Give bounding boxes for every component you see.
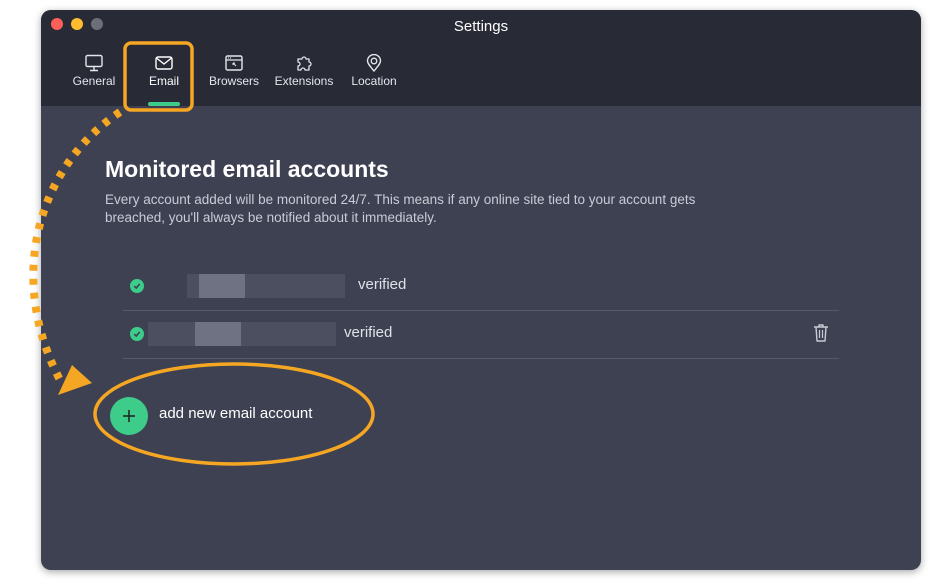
envelope-icon: [155, 56, 173, 70]
tab-extensions-label: Extensions: [274, 74, 334, 88]
email-account-row: verified: [123, 310, 839, 359]
puzzle-icon: [297, 56, 312, 71]
account-status: verified: [344, 324, 393, 341]
location-pin-icon: [366, 54, 382, 72]
title-bar: Settings General Email Browsers Extensio…: [41, 10, 921, 106]
add-email-label[interactable]: add new email account: [159, 405, 312, 422]
delete-account-button[interactable]: [811, 322, 831, 349]
tab-location[interactable]: Location: [339, 50, 409, 106]
settings-window: Settings General Email Browsers Extensio…: [41, 10, 921, 570]
tab-location-label: Location: [351, 74, 397, 88]
monitor-icon: [85, 54, 103, 72]
settings-tabs: General Email Browsers Extensions Locati…: [59, 50, 409, 106]
trash-icon: [814, 324, 828, 342]
tab-browsers[interactable]: Browsers: [199, 50, 269, 106]
redacted-email-address: [148, 322, 336, 346]
redacted-email-block: [195, 322, 241, 346]
account-status: verified: [358, 276, 407, 293]
plus-icon: [123, 410, 135, 422]
browser-window-icon: [225, 55, 243, 71]
tab-email-label: Email: [148, 74, 179, 88]
redacted-email-block: [199, 274, 245, 298]
add-email-button[interactable]: [110, 397, 148, 435]
page-description: Every account added will be monitored 24…: [105, 192, 696, 225]
tab-browsers-label: Browsers: [208, 74, 259, 88]
tab-extensions[interactable]: Extensions: [269, 50, 339, 106]
tab-general[interactable]: General: [59, 50, 129, 106]
tab-general-label: General: [72, 74, 116, 88]
window-title: Settings: [453, 18, 509, 35]
email-account-row: verified: [123, 262, 839, 311]
tab-email[interactable]: Email: [129, 50, 199, 106]
page-title: Monitored email accounts: [105, 156, 389, 182]
verified-check-icon: [130, 327, 144, 341]
verified-check-icon: [130, 279, 144, 293]
